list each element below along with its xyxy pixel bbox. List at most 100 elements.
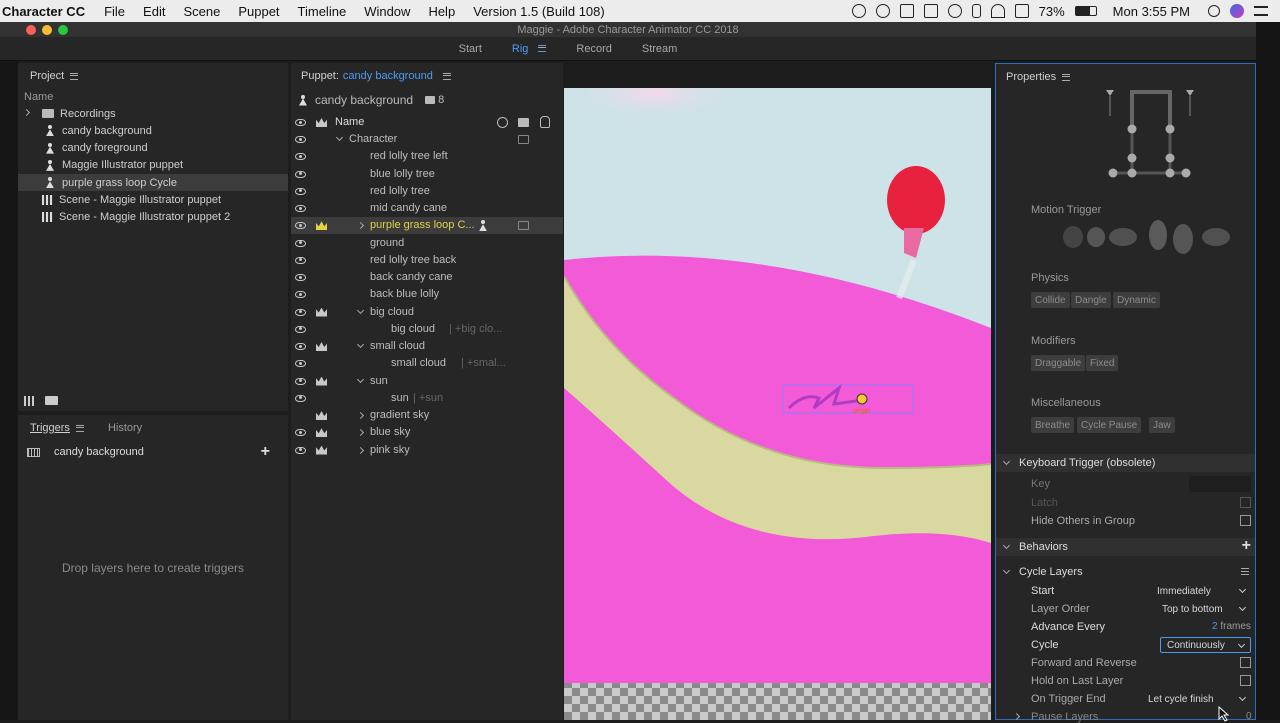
latch-checkbox[interactable] — [1240, 497, 1251, 508]
eye-icon[interactable] — [295, 256, 306, 264]
eye-icon[interactable] — [295, 343, 306, 350]
collide-chip[interactable]: Collide — [1031, 292, 1070, 308]
properties-menu-icon[interactable] — [1062, 73, 1071, 81]
app-menu[interactable]: Character CC — [0, 4, 95, 19]
eye-icon[interactable] — [295, 394, 306, 402]
hide-others-checkbox[interactable] — [1240, 515, 1251, 526]
camera-column-icon[interactable] — [518, 118, 529, 127]
layer-row[interactable]: blue sky — [291, 424, 563, 441]
expand-icon[interactable] — [356, 429, 365, 437]
tab-triggers[interactable]: Triggers — [30, 422, 70, 434]
crown-icon[interactable] — [316, 445, 327, 455]
project-menu-icon[interactable] — [70, 72, 79, 80]
tab-start[interactable]: Start — [459, 43, 482, 55]
triggers-menu-icon[interactable] — [75, 424, 84, 432]
puppet-panel-name[interactable]: candy background — [343, 70, 433, 82]
puppet-root-row[interactable]: candy background 8 — [299, 93, 444, 107]
keyboard-trigger-section-header[interactable]: Keyboard Trigger (obsolete) — [996, 454, 1255, 472]
origin-column-icon[interactable] — [497, 117, 508, 128]
clock[interactable]: Mon 3:55 PM — [1113, 4, 1190, 19]
record-icon[interactable] — [851, 4, 866, 18]
layer-row[interactable]: back candy cane — [291, 269, 563, 286]
forward-reverse-checkbox[interactable] — [1240, 657, 1251, 668]
advance-every-value[interactable]: 2 — [1212, 621, 1218, 632]
eye-icon[interactable] — [295, 446, 306, 454]
menu-file[interactable]: File — [95, 4, 134, 19]
eye-icon[interactable] — [295, 153, 306, 161]
layer-row[interactable]: back blue lolly — [291, 286, 563, 303]
layer-row[interactable]: mid candy cane — [291, 200, 563, 217]
expand-icon[interactable] — [22, 108, 31, 117]
advance-every-field[interactable]: 2 frames — [1212, 621, 1251, 632]
layer-row[interactable]: big cloud — [291, 304, 563, 321]
layer-row[interactable]: pink sky — [291, 442, 563, 459]
eye-icon[interactable] — [295, 187, 306, 195]
layer-row[interactable]: red lolly tree — [291, 183, 563, 200]
menu-timeline[interactable]: Timeline — [289, 4, 356, 19]
wifi-icon[interactable] — [990, 4, 1005, 18]
dropbox-icon[interactable] — [899, 4, 914, 18]
siri-icon[interactable] — [1230, 4, 1244, 18]
volume-icon[interactable] — [1014, 4, 1029, 18]
puppet-menu-icon[interactable] — [442, 72, 451, 80]
eye-icon[interactable] — [295, 308, 306, 316]
project-item[interactable]: Recordings — [18, 105, 288, 122]
add-behavior-button[interactable]: + — [1242, 537, 1251, 555]
layer-row[interactable]: purple grass loop C... — [291, 217, 563, 235]
collapse-icon[interactable] — [335, 133, 344, 142]
crown-icon[interactable] — [316, 307, 327, 317]
layer-row[interactable]: ground — [291, 235, 563, 252]
layer-row[interactable]: sun | +sun — [291, 390, 563, 407]
cycle-dropdown[interactable]: Continuously — [1160, 637, 1251, 653]
eye-icon[interactable] — [295, 205, 306, 212]
dangle-chip[interactable]: Dangle — [1071, 292, 1111, 308]
breathe-chip[interactable]: Breathe — [1031, 417, 1075, 433]
project-item[interactable]: Scene - Maggie Illustrator puppet 2 — [18, 209, 288, 226]
on-trigger-end-dropdown[interactable]: Let cycle finish — [1142, 691, 1251, 707]
fixed-chip[interactable]: Fixed — [1086, 355, 1119, 371]
tab-rig[interactable]: Rig — [512, 43, 547, 55]
bluetooth-icon[interactable] — [971, 4, 981, 18]
eye-icon[interactable] — [295, 222, 306, 230]
project-item[interactable]: candy background — [18, 122, 288, 139]
stage-canvas[interactable]: origin — [564, 88, 991, 720]
collapse-icon[interactable] — [1002, 541, 1011, 549]
layer-row[interactable]: small cloud — [291, 338, 563, 355]
battery-icon[interactable] — [1074, 6, 1097, 16]
collapse-icon[interactable] — [356, 375, 365, 383]
project-item[interactable]: candy foreground — [18, 140, 288, 157]
menu-edit[interactable]: Edit — [134, 4, 174, 19]
handle-column-icon[interactable] — [540, 116, 550, 128]
cycle-pause-chip[interactable]: Cycle Pause — [1077, 417, 1142, 433]
cycle-layers-menu-icon[interactable] — [1241, 568, 1249, 575]
crown-icon[interactable] — [316, 221, 327, 231]
collapse-icon[interactable] — [356, 306, 365, 314]
expand-icon[interactable] — [1012, 712, 1021, 721]
visibility-column-icon[interactable] — [295, 119, 306, 126]
menu-scene[interactable]: Scene — [174, 4, 229, 19]
layer-row[interactable]: small cloud | +smal... — [291, 355, 563, 372]
dynamic-chip[interactable]: Dynamic — [1113, 292, 1160, 308]
eye-icon[interactable] — [295, 239, 306, 247]
key-input[interactable] — [1189, 476, 1251, 492]
layer-row[interactable]: gradient sky — [291, 407, 563, 424]
layer-row[interactable]: red lolly tree back — [291, 252, 563, 269]
crown-icon[interactable] — [316, 376, 327, 386]
tab-stream[interactable]: Stream — [642, 43, 677, 55]
camera-icon[interactable] — [518, 221, 529, 231]
start-dropdown[interactable]: Immediately — [1151, 583, 1251, 599]
camera-icon[interactable] — [518, 135, 529, 144]
sync-icon[interactable] — [875, 4, 890, 18]
menu-help[interactable]: Help — [419, 4, 464, 19]
menu-version[interactable]: Version 1.5 (Build 108) — [464, 4, 614, 19]
crown-icon[interactable] — [316, 342, 327, 351]
layer-column-name[interactable]: Name — [335, 116, 364, 128]
notification-center-icon[interactable] — [1254, 6, 1268, 16]
hold-last-checkbox[interactable] — [1240, 675, 1251, 686]
behaviors-section-header[interactable]: Behaviors + — [996, 537, 1255, 556]
project-panel-title[interactable]: Project — [30, 70, 64, 82]
collapse-icon[interactable] — [356, 340, 365, 349]
layer-row[interactable]: Character — [291, 131, 563, 148]
creative-cloud-icon[interactable] — [947, 4, 962, 18]
new-scene-icon[interactable] — [24, 396, 36, 406]
